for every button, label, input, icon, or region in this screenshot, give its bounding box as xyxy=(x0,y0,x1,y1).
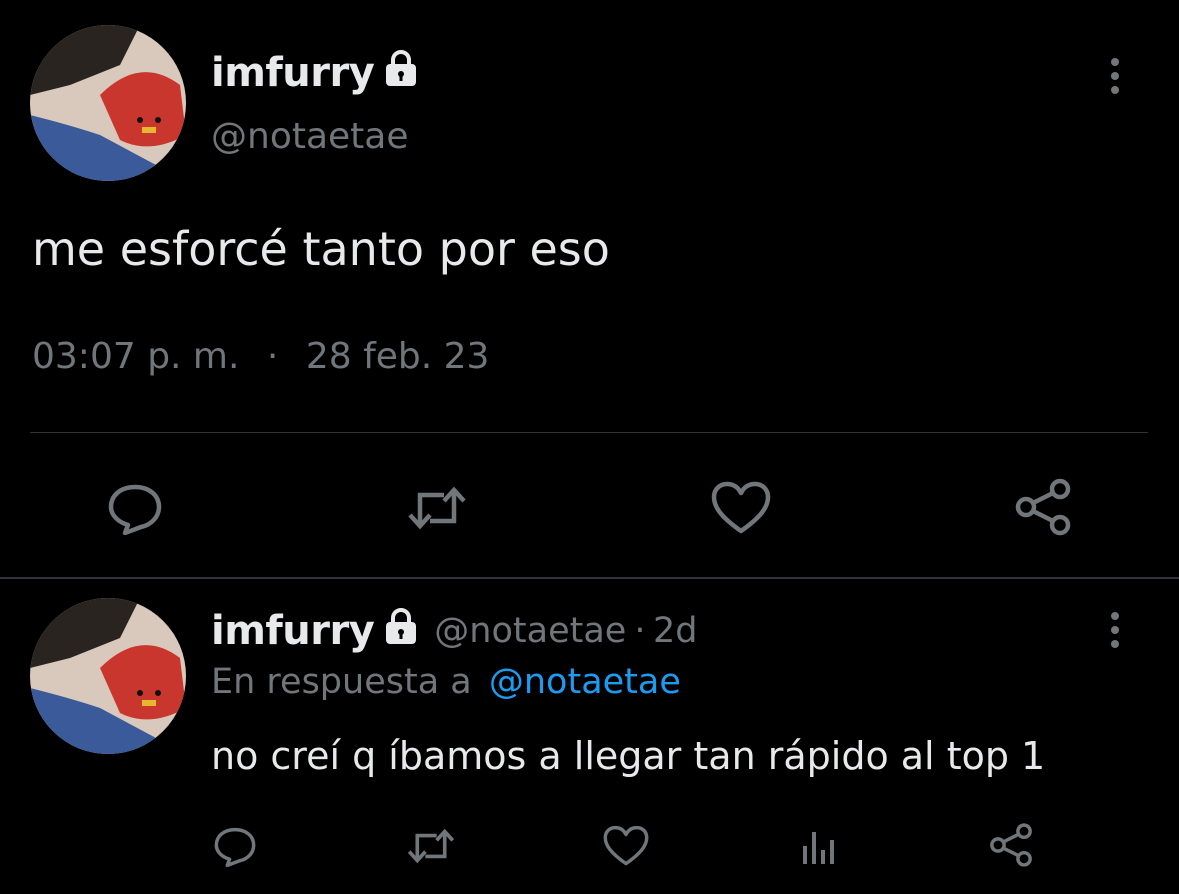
share-button[interactable] xyxy=(986,820,1036,870)
reply-button[interactable] xyxy=(210,822,260,870)
reply-icon xyxy=(108,484,162,535)
tweet-time: 03:07 p. m. xyxy=(32,336,240,377)
main-tweet-meta: 03:07 p. m. · 28 feb. 23 xyxy=(32,336,489,377)
reply-tweet-author[interactable]: imfurry @notaetae · 2d xyxy=(211,606,697,656)
lock-icon xyxy=(382,608,420,654)
retweet-button[interactable] xyxy=(406,480,468,536)
analytics-icon xyxy=(803,832,834,864)
more-vertical-icon[interactable] xyxy=(1111,612,1119,654)
main-tweet-handle[interactable]: @notaetae xyxy=(211,116,409,157)
like-button[interactable] xyxy=(710,480,772,536)
display-name[interactable]: imfurry xyxy=(211,50,375,96)
share-button[interactable] xyxy=(1012,478,1074,536)
reply-handle[interactable]: @notaetae xyxy=(434,611,626,651)
main-tweet-author[interactable]: imfurry xyxy=(211,48,420,98)
avatar-image xyxy=(30,598,186,754)
more-vertical-icon[interactable] xyxy=(1111,58,1119,100)
reply-prefix: En respuesta a xyxy=(211,662,472,702)
display-name[interactable]: imfurry xyxy=(211,608,375,654)
reply-age: 2d xyxy=(652,611,698,651)
reply-tweet-avatar[interactable] xyxy=(30,598,186,754)
retweet-icon xyxy=(407,828,455,864)
meta-separator: · xyxy=(266,336,279,377)
heart-icon xyxy=(603,825,649,866)
tweet-date: 28 feb. 23 xyxy=(305,336,490,377)
retweet-icon xyxy=(408,486,466,530)
action-divider xyxy=(30,432,1148,433)
heart-icon xyxy=(711,481,771,534)
share-icon xyxy=(990,823,1032,867)
avatar-image xyxy=(30,25,186,181)
reply-icon xyxy=(214,827,256,867)
share-icon xyxy=(1015,478,1071,536)
reply-to-link[interactable]: @notaetae xyxy=(489,662,681,702)
main-tweet-text: me esforcé tanto por eso xyxy=(32,222,610,276)
like-button[interactable] xyxy=(600,822,652,870)
reply-button[interactable] xyxy=(104,478,166,538)
main-tweet-avatar[interactable] xyxy=(30,25,186,181)
lock-icon xyxy=(382,50,420,96)
analytics-button[interactable] xyxy=(796,822,840,870)
tweet-divider xyxy=(0,577,1179,579)
reply-tweet-text: no creí q íbamos a llegar tan rápido al … xyxy=(211,734,1046,778)
reply-context: En respuesta a @notaetae xyxy=(211,662,681,702)
reply-separator: · xyxy=(634,611,645,651)
retweet-button[interactable] xyxy=(404,822,458,870)
